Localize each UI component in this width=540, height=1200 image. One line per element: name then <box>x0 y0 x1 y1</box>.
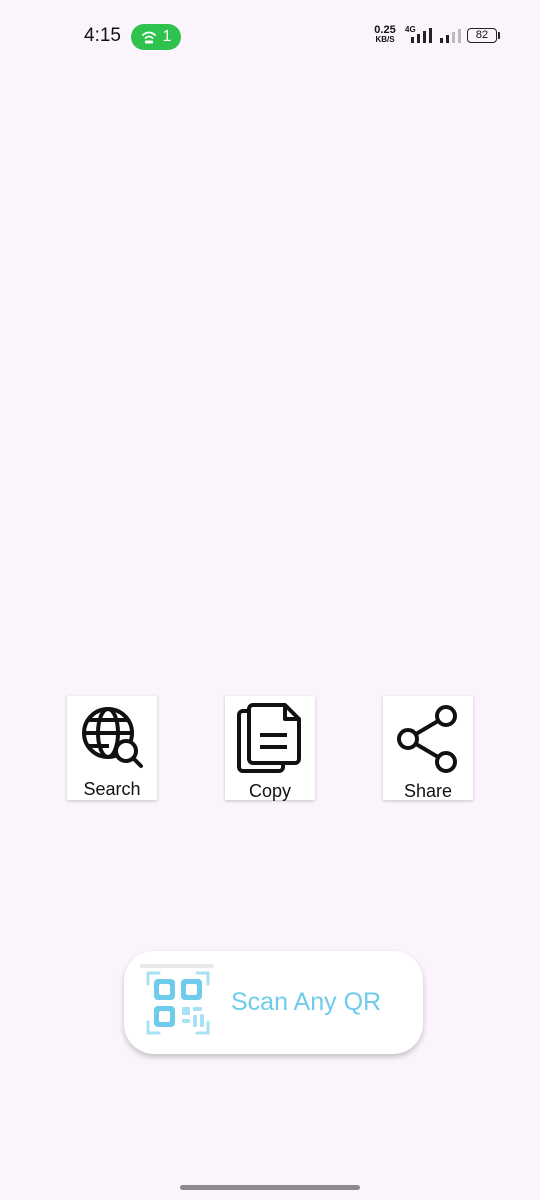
home-indicator[interactable] <box>180 1185 360 1190</box>
scan-qr-label: Scan Any QR <box>231 988 382 1016</box>
hotspot-icon <box>141 31 156 44</box>
copy-label: Copy <box>248 781 292 801</box>
battery-tip <box>498 32 500 39</box>
qr-code-icon <box>146 971 210 1034</box>
network-speed: 0.25 KB/S <box>372 24 398 45</box>
share-icon <box>397 705 457 773</box>
status-time: 4:15 <box>84 25 121 46</box>
signal-strength-icon <box>411 28 432 43</box>
signal-strength-2-icon <box>440 29 461 43</box>
hotspot-count: 1 <box>162 28 172 45</box>
copy-button[interactable]: Copy <box>225 696 315 801</box>
status-bar: 4:15 1 0.25 KB/S 4G 82 <box>0 0 540 72</box>
share-label: Share <box>403 781 453 801</box>
copy-icon <box>237 703 301 773</box>
network-speed-unit: KB/S <box>375 35 395 44</box>
share-button[interactable]: Share <box>383 696 473 801</box>
hotspot-indicator[interactable]: 1 <box>131 24 181 50</box>
globe-search-icon <box>82 707 143 768</box>
battery-level: 82 <box>475 29 489 41</box>
search-label: Search <box>83 779 141 799</box>
scan-qr-button[interactable]: Scan Any QR <box>124 951 423 1054</box>
battery-icon: 82 <box>467 28 497 43</box>
search-button[interactable]: Search <box>67 696 157 800</box>
network-speed-value: 0.25 <box>374 24 396 36</box>
scan-progress-bar <box>140 964 214 968</box>
